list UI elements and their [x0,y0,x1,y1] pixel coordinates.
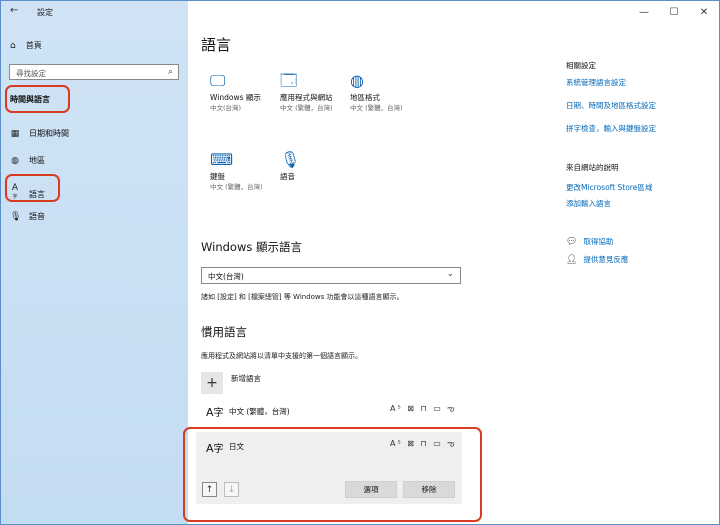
display-language-note: 諸如 [設定] 和 [檔案總管] 等 Windows 功能會以這種語言顯示。 [201,293,404,301]
window-controls: — ☐ ✕ [629,1,719,23]
tile-name: 地區格式 [350,93,380,102]
tile-sub: 中文(台灣) [210,104,242,112]
tile-apps-websites[interactable]: 🗔︎ 應用程式與網站 中文 (繁體，台灣) [280,71,342,113]
tile-name: 應用程式與網站 [280,93,333,102]
tile-sub: 中文 (繁體，台灣) [280,104,333,112]
sidebar-item-region[interactable]: ◍ 地區 [10,155,45,166]
tile-sub: 中文 (繁體，台灣) [350,104,403,112]
globe-icon: ◍ [350,71,364,90]
preferred-languages-title: 慣用語言 [201,325,247,339]
sidebar-item-date-time[interactable]: ▦ 日期和時間 [10,128,69,139]
highlight-selected-language [183,427,482,522]
title-bar: ← 設定 — ☐ ✕ [1,1,719,23]
globe-icon: ◍ [11,155,19,166]
tile-regional-format[interactable]: ◍ 地區格式 中文 (繁體，台灣) [350,71,412,113]
web-help-title: 來自網站的說明 [566,163,619,172]
link-spelling-typing[interactable]: 拼字檢查，輸入與鍵盤設定 [566,123,656,134]
tile-sub: 中文 (繁體，台灣) [210,183,263,191]
feedback-icon: 👤︎ [566,254,578,265]
main-content: 語言 🖵︎ Windows 顯示 中文(台灣) 🗔︎ 應用程式與網站 中文 (繁… [183,23,719,524]
sidebar-home[interactable]: ⌂ 首頁 [10,40,42,51]
add-language-label[interactable]: 新增語言 [231,373,261,384]
microphone-icon: 🎙︎ [280,150,301,169]
sidebar-item-speech[interactable]: 🎙︎ 語音 [10,211,45,222]
search-placeholder: 尋找設定 [16,69,46,78]
highlight-language-item [5,174,60,202]
tile-speech[interactable]: 🎙︎ 語音 [280,150,342,182]
maximize-button[interactable]: ☐ [659,1,689,23]
microphone-icon: 🎙︎ [10,211,22,222]
search-input[interactable]: 尋找設定 ⌕ [9,64,179,80]
sidebar-home-label: 首頁 [25,41,42,50]
sidebar: ⌂ 首頁 尋找設定 ⌕ 時間與語言 ▦ 日期和時間 ◍ 地區 A字 語言 🎙︎ … [1,23,188,524]
chat-help-icon: 💬︎ [566,236,578,247]
language-glyph: 字 [213,408,224,419]
plus-icon: + [206,375,218,391]
link-change-store-region[interactable]: 更改Microsoft Store區域 [566,182,652,193]
close-button[interactable]: ✕ [689,1,719,23]
language-name[interactable]: 中文 (繁體，台灣) [229,406,290,417]
window-title: 設定 [37,8,53,17]
keyboard-icon: ⌨︎ [210,150,234,169]
title-bar-left: ← 設定 [1,1,188,23]
display-language-value: 中文(台灣) [208,272,244,281]
app-window-icon: 🗔︎ [280,71,298,90]
feedback-label: 提供意見反應 [583,255,629,264]
tile-name: Windows 顯示 [210,93,261,102]
highlight-section-title [5,85,70,113]
display-language-select[interactable]: 中文(台灣) ⌄ [201,267,461,284]
settings-window: ← 設定 — ☐ ✕ ⌂ 首頁 尋找設定 ⌕ 時間與語言 ▦ 日期和時間 ◍ 地… [0,0,720,525]
tile-name: 鍵盤 [210,172,225,181]
link-add-input-language[interactable]: 添加輸入語言 [566,198,611,209]
monitor-icon: 🖵︎ [210,71,226,90]
link-admin-language[interactable]: 系統管理語言設定 [566,77,626,88]
link-date-time-region[interactable]: 日期、時間及地區格式設定 [566,100,656,111]
language-glyph-icon: A字 [206,406,224,419]
chevron-down-icon: ⌄ [446,269,454,279]
related-settings-title: 相關設定 [566,61,596,70]
minimize-button[interactable]: — [629,1,659,23]
sidebar-item-label: 日期和時間 [29,129,69,138]
tile-keyboard[interactable]: ⌨︎ 鍵盤 中文 (繁體，台灣) [210,150,272,192]
get-help-link[interactable]: 💬︎ 取得協助 [566,236,613,247]
preferred-languages-note: 應用程式及網站將以清單中支援的第一個語言顯示。 [201,352,362,360]
sidebar-item-label: 地區 [29,156,45,165]
search-icon[interactable]: ⌕ [168,67,173,77]
sidebar-item-label: 語音 [29,212,45,221]
calendar-icon: ▦ [10,128,20,139]
get-help-label: 取得協助 [583,237,614,246]
add-language-button[interactable]: + [201,372,223,394]
display-language-title: Windows 顯示語言 [201,240,302,254]
tile-windows-display[interactable]: 🖵︎ Windows 顯示 中文(台灣) [210,71,272,113]
back-arrow-icon[interactable]: ← [10,5,18,16]
feedback-link[interactable]: 👤︎ 提供意見反應 [566,254,628,265]
language-feature-icons: A⁵ ⊠ ⊓ ▭ ఌ [390,404,457,413]
page-title: 語言 [201,36,232,54]
tile-name: 語音 [280,172,295,181]
home-icon: ⌂ [10,40,16,51]
